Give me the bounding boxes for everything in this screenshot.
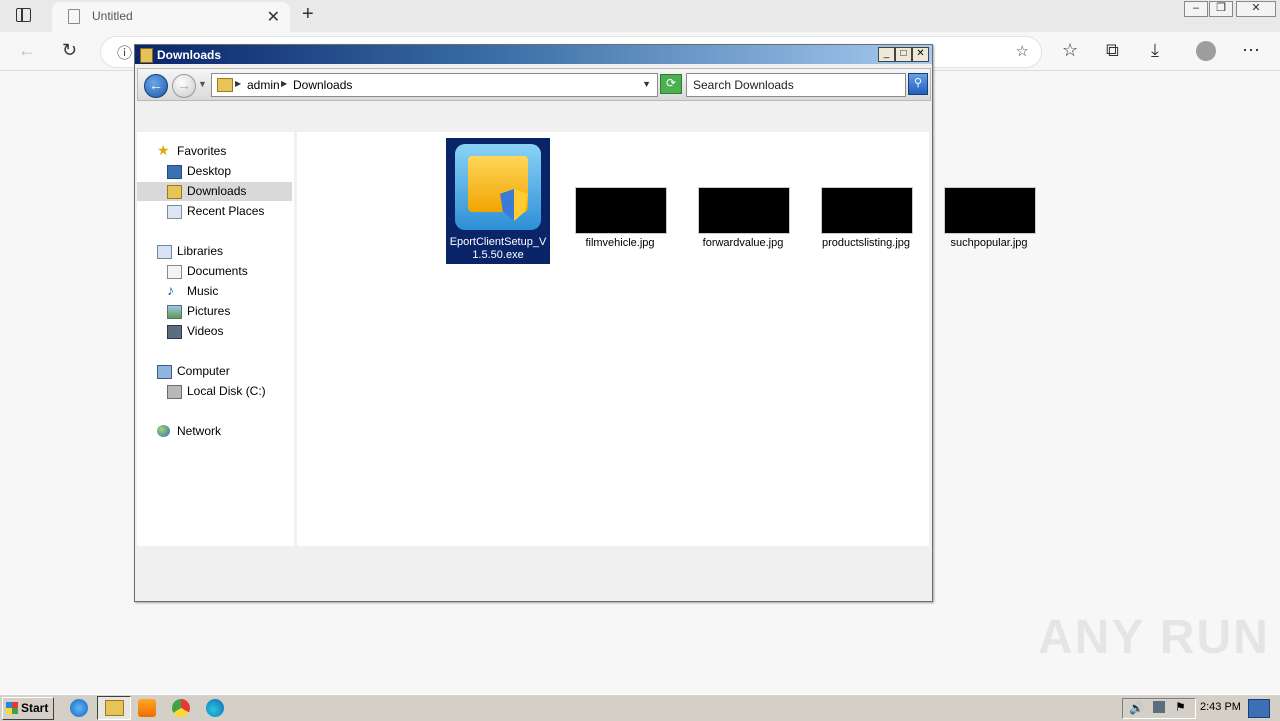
nav-item-downloads[interactable]: Downloads	[137, 182, 292, 201]
navigation-pane: ★ Favorites Desktop Downloads Recent Pla…	[137, 132, 294, 546]
computer-icon	[157, 365, 172, 379]
libraries-icon	[157, 245, 172, 259]
browser-minimize-button[interactable]: –	[1184, 1, 1208, 17]
downloads-folder-icon	[167, 185, 182, 199]
close-button[interactable]: ✕	[912, 47, 929, 62]
file-item[interactable]: filmvehicle.jpg	[568, 187, 672, 252]
pictures-icon	[167, 305, 182, 319]
file-item[interactable]: forwardvalue.jpg	[691, 187, 795, 252]
downloads-icon[interactable]: ⤓	[1151, 40, 1159, 61]
windows-logo-icon	[6, 702, 18, 714]
tab-actions-icon[interactable]	[16, 8, 31, 22]
chevron-down-icon[interactable]: ▼	[642, 79, 651, 89]
breadcrumb-segment[interactable]: admin	[247, 78, 280, 92]
recent-pages-icon[interactable]: ▼	[198, 79, 207, 89]
folder-icon	[217, 78, 233, 92]
file-list: EportClientSetup_V 1.5.50.exe filmvehicl…	[297, 132, 1036, 546]
back-button[interactable]: ←	[144, 74, 168, 98]
forward-button[interactable]: →	[172, 74, 196, 98]
collections-icon[interactable]: ⧉	[1106, 40, 1119, 61]
site-info-icon[interactable]: ⓘ	[117, 42, 132, 63]
chrome-icon[interactable]	[172, 699, 190, 717]
search-icon[interactable]: ⚲	[908, 73, 928, 95]
folder-icon	[105, 700, 124, 716]
taskbar-explorer-button[interactable]	[97, 696, 131, 720]
breadcrumb[interactable]: ▶ admin ▶ Downloads ▼	[211, 73, 658, 97]
drive-icon	[167, 385, 182, 399]
image-thumbnail	[575, 187, 667, 234]
file-item[interactable]: productslisting.jpg	[814, 187, 918, 252]
network-tray-icon[interactable]	[1153, 701, 1165, 713]
browser-tab[interactable]: Untitled ✕	[52, 2, 290, 32]
start-button[interactable]: Start	[2, 697, 54, 720]
search-placeholder: Search Downloads	[693, 78, 794, 92]
explorer-window: Downloads _ □ ✕ ← → ▼ ▶ admin ▶ Download…	[134, 44, 1036, 602]
browser-close-button[interactable]: ✕	[1236, 1, 1276, 17]
browser-tab-strip: Untitled ✕ + – ❐ ✕	[0, 0, 1280, 32]
image-thumbnail	[944, 187, 1036, 234]
flag-icon[interactable]: ⚑	[1175, 700, 1186, 714]
file-item[interactable]: EportClientSetup_V 1.5.50.exe	[446, 138, 550, 264]
refresh-button[interactable]: ⟳	[660, 74, 682, 94]
window-titlebar[interactable]: Downloads _ □ ✕	[135, 45, 932, 64]
file-name: filmvehicle.jpg	[585, 237, 655, 249]
recent-places-icon	[167, 205, 182, 219]
reload-icon[interactable]: ↻	[62, 40, 77, 61]
file-item[interactable]: suchpopular.jpg	[937, 187, 1041, 252]
image-thumbnail	[821, 187, 913, 234]
desktop-icon	[167, 165, 182, 179]
media-player-icon[interactable]	[138, 699, 156, 717]
minimize-button[interactable]: _	[878, 47, 895, 62]
videos-icon	[167, 325, 182, 339]
folder-icon	[140, 48, 153, 63]
internet-explorer-icon[interactable]	[70, 699, 88, 717]
chevron-right-icon[interactable]: ▶	[281, 79, 287, 88]
network-icon	[157, 425, 170, 437]
favorites-icon[interactable]: ☆	[1062, 40, 1078, 61]
system-tray: 🔊 ⚑	[1122, 698, 1196, 719]
clock[interactable]: 2:43 PM	[1200, 701, 1241, 713]
browser-restore-button[interactable]: ❐	[1209, 1, 1233, 17]
address-toolbar: ← → ▼ ▶ admin ▶ Downloads ▼ ⟳ Search Dow…	[137, 68, 931, 101]
breadcrumb-segment[interactable]: Downloads	[293, 78, 352, 92]
tab-close-icon[interactable]: ✕	[267, 7, 280, 27]
image-thumbnail	[698, 187, 790, 234]
chevron-right-icon[interactable]: ▶	[235, 79, 241, 88]
new-tab-button[interactable]: +	[302, 3, 314, 26]
profile-icon[interactable]	[1196, 41, 1216, 61]
volume-icon[interactable]: 🔊	[1129, 701, 1144, 715]
file-name: forwardvalue.jpg	[702, 237, 784, 249]
page-icon	[68, 9, 80, 24]
search-input[interactable]: Search Downloads	[686, 73, 906, 97]
file-name: EportClientSetup_V 1.5.50.exe	[449, 236, 547, 261]
tab-title: Untitled	[92, 9, 133, 23]
show-desktop-button[interactable]	[1248, 699, 1270, 718]
file-name: suchpopular.jpg	[950, 237, 1028, 249]
add-favorite-icon[interactable]: ☆	[1016, 42, 1029, 60]
more-icon[interactable]: ⋯	[1242, 40, 1260, 61]
edge-icon[interactable]	[206, 699, 224, 717]
file-name: productslisting.jpg	[821, 237, 911, 249]
documents-icon	[167, 265, 182, 279]
star-icon: ★	[157, 142, 170, 158]
music-icon: ♪	[167, 282, 174, 298]
maximize-button[interactable]: □	[895, 47, 912, 62]
window-title: Downloads	[157, 48, 222, 62]
watermark: ANY RUN	[1038, 611, 1270, 664]
shield-icon	[500, 189, 528, 221]
taskbar: Start 🔊 ⚑ 2:43 PM	[0, 694, 1280, 721]
installer-icon	[455, 144, 541, 230]
back-arrow-icon[interactable]: ←	[18, 40, 36, 61]
